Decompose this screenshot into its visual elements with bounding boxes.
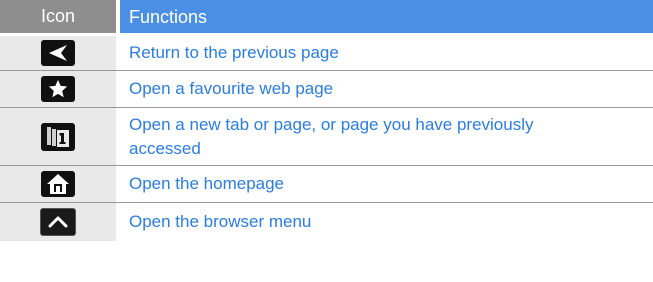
icon-cell — [0, 203, 116, 241]
star-icon — [41, 76, 75, 102]
icon-cell — [0, 108, 116, 165]
table-row: Open a new tab or page, or page you have… — [0, 108, 653, 165]
table-row: Open a favourite web page — [0, 71, 653, 107]
icon-cell — [0, 36, 116, 70]
home-icon — [41, 171, 75, 197]
function-description: Open the browser menu — [120, 203, 653, 241]
multiple-windows-icon — [41, 122, 75, 151]
back-arrow-icon — [41, 40, 75, 66]
icon-cell — [0, 166, 116, 202]
menu-up-icon — [40, 208, 76, 236]
table-row: Return to the previous page — [0, 36, 653, 70]
table-row: Open the homepage — [0, 166, 653, 202]
table-header-row: Icon Functions — [0, 0, 653, 33]
function-description: Open a new tab or page, or page you have… — [120, 108, 653, 165]
header-icon-column: Icon — [0, 0, 116, 33]
function-description: Open a favourite web page — [120, 71, 653, 107]
table-row: Open the browser menu — [0, 203, 653, 241]
header-functions-column: Functions — [120, 0, 653, 33]
function-description: Return to the previous page — [120, 36, 653, 70]
icon-cell — [0, 71, 116, 107]
function-description: Open the homepage — [120, 166, 653, 202]
